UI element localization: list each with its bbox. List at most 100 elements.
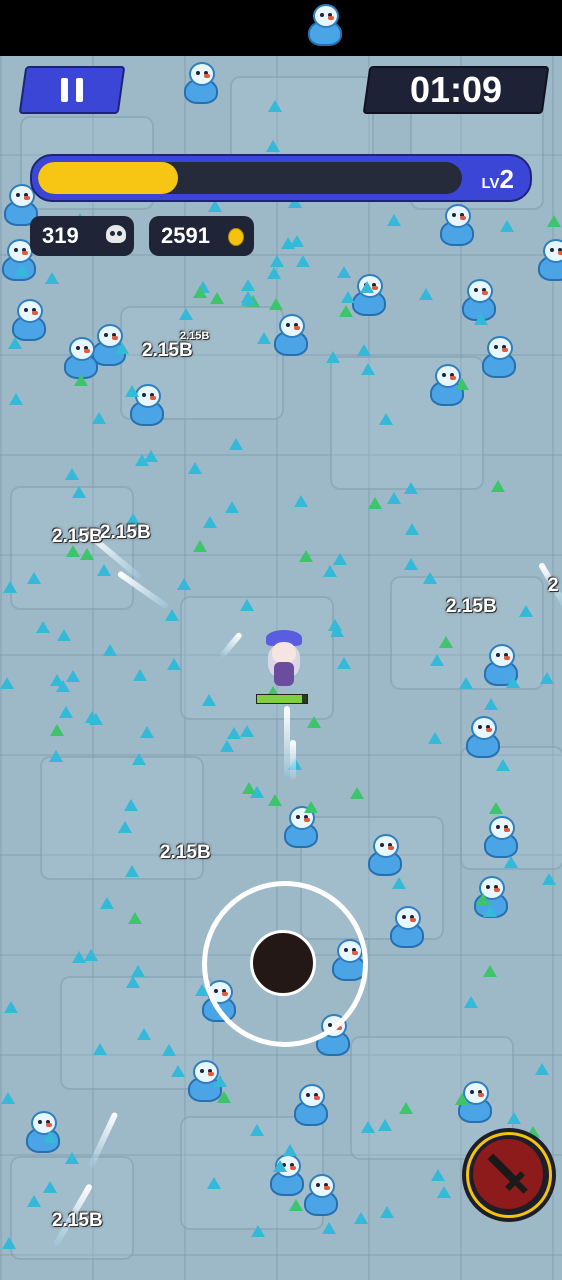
- damage-number: 2.15B: [142, 340, 193, 361]
- xp-gem: [27, 1195, 41, 1207]
- xp-gem: [404, 482, 418, 494]
- xp-gem: [357, 344, 371, 356]
- xp-track: [38, 162, 462, 194]
- xp-gem: [128, 912, 142, 924]
- xp-gem: [137, 1028, 151, 1040]
- xp-gem: [506, 676, 520, 688]
- xp-gem: [489, 802, 503, 814]
- xp-fill: [38, 162, 178, 194]
- xp-gem: [131, 965, 145, 977]
- xp-gem: [504, 856, 518, 868]
- xp-gem: [84, 949, 98, 961]
- xp-gem: [241, 291, 255, 303]
- xp-gem: [484, 698, 498, 710]
- xp-gem: [378, 1119, 392, 1131]
- pause-icon: [57, 78, 87, 102]
- xp-gem: [132, 753, 146, 765]
- joystick-knob[interactable]: [250, 930, 316, 996]
- xp-gem: [202, 694, 216, 706]
- xp-gem: [193, 286, 207, 298]
- xp-gem: [241, 279, 255, 291]
- xp-gem: [380, 1206, 394, 1218]
- xp-gem: [80, 548, 94, 560]
- xp-gem: [540, 672, 554, 684]
- xp-gem: [439, 636, 453, 648]
- xp-gem: [323, 565, 337, 577]
- xp-gem: [125, 385, 139, 397]
- player-hp-fill: [257, 695, 302, 703]
- xp-gem: [229, 438, 243, 450]
- coin-count: 2591: [161, 223, 210, 248]
- xp-gem: [193, 540, 207, 552]
- xp-gem: [171, 1065, 185, 1077]
- kill-count: 319: [42, 223, 79, 248]
- xp-gem: [251, 1225, 265, 1237]
- xp-gem: [267, 267, 281, 279]
- xp-gem: [250, 1124, 264, 1136]
- xp-gem: [296, 255, 310, 267]
- xp-gem: [455, 378, 469, 390]
- snowman-enemy: [388, 906, 424, 948]
- xp-gem: [455, 1093, 469, 1105]
- xp-gem: [124, 799, 138, 811]
- xp-gem: [339, 305, 353, 317]
- xp-gem: [500, 220, 514, 232]
- xp-gem: [354, 1212, 368, 1224]
- xp-gem: [126, 976, 140, 988]
- xp-gem: [27, 572, 41, 584]
- snowman-enemy: [536, 239, 562, 281]
- xp-gem: [350, 787, 364, 799]
- coin-icon: [228, 228, 244, 246]
- damage-number: 2.15B: [52, 526, 103, 547]
- xp-gem: [3, 581, 17, 593]
- xp-gem: [74, 374, 88, 386]
- xp-gem: [399, 1102, 413, 1114]
- xp-gem: [133, 669, 147, 681]
- sword-icon: [473, 1139, 543, 1209]
- xp-gem: [15, 264, 29, 276]
- snowman-enemy: [366, 834, 402, 876]
- level-value: 2: [499, 164, 514, 194]
- xp-gem: [431, 1169, 445, 1181]
- xp-gem: [203, 516, 217, 528]
- damage-number: 2.15B: [52, 1210, 103, 1231]
- xp-gem: [45, 272, 59, 284]
- xp-gem: [423, 572, 437, 584]
- snowman-enemy: [438, 204, 474, 246]
- player-character: [264, 630, 304, 688]
- xp-gem: [392, 877, 406, 889]
- player-hp-bar: [256, 694, 308, 704]
- xp-gem: [337, 657, 351, 669]
- xp-gem: [519, 605, 533, 617]
- xp-gem: [299, 550, 313, 562]
- xp-gem: [476, 893, 490, 905]
- snowman-enemy: [292, 1084, 328, 1126]
- status-bar: [0, 0, 562, 56]
- xp-gem: [49, 750, 63, 762]
- snowman-enemy: [10, 299, 46, 341]
- damage-number: 2: [548, 575, 559, 596]
- xp-gem: [167, 658, 181, 670]
- xp-gem: [404, 558, 418, 570]
- xp-bar: LV2: [30, 154, 532, 202]
- xp-gem: [496, 759, 510, 771]
- xp-gem: [368, 497, 382, 509]
- xp-gem: [43, 1131, 57, 1143]
- survival-timer: 01:09: [409, 69, 503, 110]
- level-prefix: LV: [481, 175, 500, 192]
- xp-gem: [307, 716, 321, 728]
- snowman-enemy: [480, 336, 516, 378]
- xp-gem: [36, 621, 50, 633]
- xp-gem: [9, 393, 23, 405]
- xp-gem: [65, 468, 79, 480]
- pause-button[interactable]: [18, 66, 126, 114]
- xp-gem: [217, 1091, 231, 1103]
- damage-number: 2.15B: [160, 842, 211, 863]
- xp-gem: [165, 609, 179, 621]
- xp-gem: [294, 495, 308, 507]
- kill-counter: 319: [30, 216, 134, 256]
- skill-button[interactable]: [462, 1128, 556, 1222]
- xp-gem: [103, 644, 117, 656]
- xp-gem: [268, 794, 282, 806]
- xp-gem: [207, 1177, 221, 1189]
